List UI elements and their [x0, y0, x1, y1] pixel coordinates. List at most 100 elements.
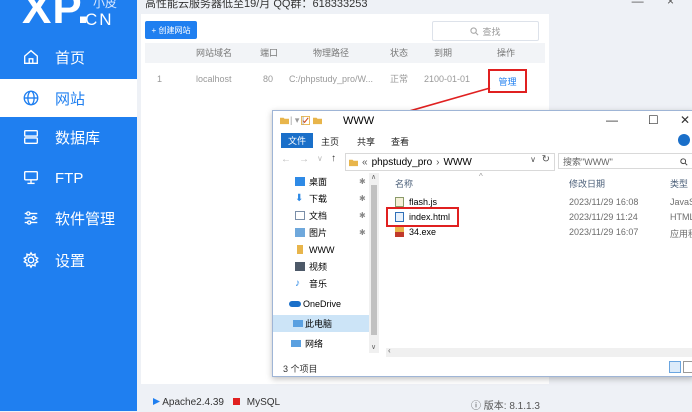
back-arrow-icon[interactable]: ← [281, 154, 291, 165]
maximize-button[interactable]: ☐ [648, 113, 659, 127]
computer-icon [293, 320, 303, 327]
sidebar-item-ftp[interactable]: FTP [0, 159, 137, 197]
sidebar-item-label: 设置 [55, 252, 86, 270]
search-placeholder: 查找 [482, 26, 501, 37]
nav-scrollbar[interactable]: ∧ ∨ [369, 173, 379, 353]
table-header: 网站域名 端口 物理路径 状态 到期 操作 [145, 43, 545, 63]
row-domain: localhost [196, 74, 232, 84]
nav-label: 视频 [309, 262, 328, 272]
pin-icon: ✱ [359, 228, 366, 237]
play-icon [153, 398, 160, 405]
nav-item-videos[interactable]: 视频 [273, 258, 369, 275]
history-chevron-icon[interactable]: ∨ [317, 154, 323, 163]
table-row[interactable]: 1 localhost 80 C:/phpstudy_pro/W... 正常 2… [145, 66, 545, 92]
apache-status[interactable]: Apache2.4.39 [153, 397, 224, 408]
nav-item-network[interactable]: 网络 [273, 335, 369, 352]
sidebar-item-website[interactable]: 网站 [0, 79, 137, 117]
apache-label: Apache2.4.39 [162, 397, 224, 408]
file-list-header: 名称 ^ 修改日期 类型 [386, 172, 692, 191]
sidebar-item-home[interactable]: 首页 [0, 38, 137, 76]
up-arrow-icon[interactable]: ↑ [331, 153, 336, 164]
info-icon: ⓘ [471, 401, 481, 412]
sidebar-item-software[interactable]: 软件管理 [0, 199, 137, 237]
close-button[interactable]: ✕ [680, 113, 690, 127]
minimize-button[interactable]: — [606, 113, 618, 127]
window-title: WWW [343, 115, 375, 127]
nav-item-this-pc[interactable]: 此电脑 [273, 315, 369, 332]
item-count: 3 个项目 [283, 364, 318, 374]
status-bar: Apache2.4.39 MySQL ⓘ 版本: 8.1.1.3 [141, 393, 549, 412]
file-name: flash.js [409, 197, 438, 207]
sidebar-item-label: 数据库 [55, 129, 101, 147]
sidebar-item-database[interactable]: 数据库 [0, 118, 137, 156]
logo-text: XP. [22, 0, 91, 33]
create-website-button[interactable]: + 创建网站 [145, 21, 197, 39]
nav-label: 网络 [305, 339, 324, 349]
nav-item-www[interactable]: WWW [273, 241, 369, 258]
tab-share[interactable]: 共享 [357, 135, 375, 148]
file-date: 2023/11/29 16:07 [569, 227, 639, 237]
server-icon [24, 171, 38, 185]
forward-arrow-icon[interactable]: → [299, 154, 309, 165]
cloud-icon [289, 300, 301, 307]
file-row[interactable]: 34.exe 2023/11/29 16:07 应用程 [386, 225, 692, 240]
breadcrumb-overflow[interactable]: « [362, 157, 368, 168]
column-header-date[interactable]: 修改日期 [569, 177, 605, 190]
row-path: C:/phpstudy_pro/W... [289, 74, 374, 84]
scroll-down-icon[interactable]: ∨ [371, 343, 376, 351]
breadcrumb-item[interactable]: phpstudy_pro [372, 157, 433, 168]
version-label: ⓘ 版本: 8.1.1.3 [471, 397, 540, 412]
tab-home[interactable]: 主页 [321, 135, 339, 148]
tab-view[interactable]: 查看 [391, 135, 409, 148]
manage-button[interactable]: 管理 [488, 69, 527, 93]
nav-label: 桌面 [309, 177, 328, 187]
tab-file[interactable]: 文件 [281, 133, 313, 148]
column-header-name[interactable]: 名称 [395, 177, 413, 190]
file-name: 34.exe [409, 227, 437, 237]
nav-item-pictures[interactable]: 图片 ✱ [273, 224, 369, 241]
column-header-type[interactable]: 类型 [670, 177, 688, 190]
nav-label: WWW [309, 244, 335, 255]
nav-item-downloads[interactable]: ⬇ 下载 ✱ [273, 190, 369, 207]
search-placeholder: 搜索"WWW" [563, 156, 613, 167]
nav-item-music[interactable]: ♪ 音乐 [273, 275, 369, 292]
sidebar: XP. 小皮 CN 首页 网站 数据库 FTP 软件管理 设置 [0, 0, 137, 411]
address-bar-row: ← → ∨ ↑ « phpstudy_pro › WWW ∨ ↻ 搜索"WWW" [273, 153, 692, 171]
explorer-title-bar[interactable]: | ▾ | WWW — ☐ ✕ [273, 111, 692, 131]
breadcrumb-item[interactable]: WWW [444, 157, 472, 168]
window-controls[interactable]: — × [632, 0, 684, 8]
address-input[interactable]: « phpstudy_pro › WWW ∨ ↻ [345, 153, 555, 171]
search-icon [680, 158, 688, 166]
sort-caret-icon: ^ [479, 172, 483, 181]
nav-item-documents[interactable]: 文档 ✱ [273, 207, 369, 224]
help-icon[interactable] [678, 134, 690, 146]
music-icon: ♪ [295, 278, 300, 289]
top-notice[interactable]: 高性能云服务器低至19/月 QQ群：618333253 [145, 0, 368, 11]
explorer-status-bar: 3 个项目 [273, 359, 692, 375]
nav-item-onedrive[interactable]: OneDrive [273, 295, 369, 312]
search-input[interactable]: 查找 [432, 21, 539, 41]
scroll-up-icon[interactable]: ∧ [371, 173, 376, 181]
nav-label: 图片 [309, 228, 328, 238]
document-icon [295, 211, 305, 220]
dropdown-chevron-icon[interactable]: ∨ [530, 155, 536, 164]
refresh-icon[interactable]: ↻ [542, 154, 550, 165]
nav-item-desktop[interactable]: 桌面 ✱ [273, 173, 369, 190]
globe-icon [23, 90, 39, 106]
sidebar-item-label: 软件管理 [55, 210, 116, 228]
mysql-status[interactable]: MySQL [233, 397, 280, 408]
ribbon-tabs: 文件 主页 共享 查看 [273, 133, 692, 149]
horizontal-scrollbar[interactable]: ‹ [386, 346, 692, 357]
folder-search-input[interactable]: 搜索"WWW" [558, 153, 692, 169]
row-status: 正常 [390, 74, 409, 84]
sidebar-item-settings[interactable]: 设置 [0, 241, 137, 279]
file-type: 应用程 [670, 229, 692, 239]
download-icon: ⬇ [295, 193, 304, 204]
folder-icon [280, 117, 289, 125]
scroll-left-icon[interactable]: ‹ [388, 346, 391, 355]
nav-label: 音乐 [309, 279, 328, 289]
folder-icon [313, 117, 322, 125]
scrollbar-thumb[interactable] [371, 185, 377, 335]
details-view-icon[interactable] [669, 361, 681, 373]
large-icons-view-icon[interactable] [683, 361, 692, 373]
